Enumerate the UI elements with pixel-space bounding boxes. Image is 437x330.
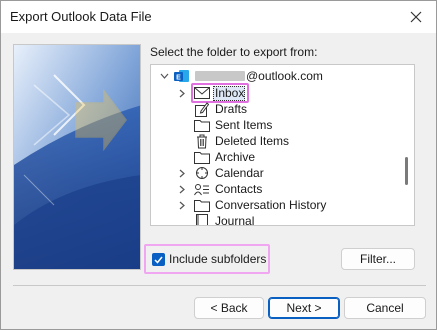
tree-item-deleted[interactable]: Deleted Items — [151, 133, 401, 149]
tree-item-label: Archive — [215, 150, 256, 164]
chevron-down-icon[interactable] — [159, 68, 169, 84]
close-icon — [410, 11, 422, 23]
tree-item-label: Inbox — [215, 86, 245, 100]
back-button[interactable]: < Back — [194, 297, 264, 319]
tree-item-archive[interactable]: Archive — [151, 149, 401, 165]
drafts-icon — [193, 101, 211, 117]
tree-item-label: Drafts — [215, 102, 248, 116]
tree-item-label: Journal — [215, 214, 255, 226]
tree-item-journal[interactable]: Journal — [151, 213, 401, 226]
close-button[interactable] — [406, 7, 426, 27]
tree-account-row[interactable]: E @outlook.com — [151, 68, 401, 84]
tree-item-conversation-history[interactable]: Conversation History — [151, 197, 401, 213]
folder-icon — [193, 197, 211, 213]
tree-scrollbar[interactable] — [405, 157, 408, 185]
trash-icon — [193, 133, 211, 149]
include-subfolders-checkbox[interactable] — [152, 253, 165, 266]
contacts-icon — [193, 181, 211, 197]
checkmark-icon — [154, 256, 163, 264]
tree-item-contacts[interactable]: Contacts — [151, 181, 401, 197]
tree-item-label: Deleted Items — [215, 134, 290, 148]
journal-icon — [193, 213, 211, 225]
chevron-right-icon[interactable] — [177, 165, 187, 181]
next-button[interactable]: Next > — [268, 297, 340, 319]
folder-icon — [193, 117, 211, 133]
chevron-right-icon[interactable] — [177, 197, 187, 213]
cancel-button[interactable]: Cancel — [344, 297, 426, 319]
mail-icon — [193, 85, 211, 101]
calendar-icon — [193, 165, 211, 181]
wizard-art-icon — [14, 45, 140, 269]
redacted-account — [195, 71, 245, 81]
window-title: Export Outlook Data File — [10, 9, 152, 24]
chevron-right-icon[interactable] — [177, 85, 187, 101]
tree-item-drafts[interactable]: Drafts — [151, 101, 401, 117]
tree-item-label: Contacts — [215, 182, 263, 196]
title-bar: Export Outlook Data File — [1, 1, 436, 33]
tree-item-label: Calendar — [215, 166, 264, 180]
tree-item-calendar[interactable]: Calendar — [151, 165, 401, 181]
exchange-account-icon: E — [173, 68, 191, 84]
folder-prompt: Select the folder to export from: — [150, 45, 318, 59]
export-dialog: Export Outlook Data File Select the fold… — [0, 0, 437, 330]
chevron-right-icon[interactable] — [177, 181, 187, 197]
wizard-illustration — [13, 44, 141, 270]
folder-icon — [193, 149, 211, 165]
account-name: @outlook.com — [195, 69, 323, 83]
include-subfolders-highlight: Include subfolders — [144, 244, 270, 274]
tree-item-label: Conversation History — [215, 198, 327, 212]
tree-item-label: Sent Items — [215, 118, 273, 132]
tree-item-sent[interactable]: Sent Items — [151, 117, 401, 133]
include-subfolders-label[interactable]: Include subfolders — [169, 252, 266, 266]
footer-separator — [13, 285, 426, 286]
tree-item-inbox[interactable]: Inbox — [151, 85, 401, 101]
svg-text:E: E — [176, 75, 181, 82]
filter-button[interactable]: Filter... — [341, 248, 415, 270]
folder-tree[interactable]: E @outlook.com Inbox Drafts Sent Items D… — [150, 64, 415, 226]
